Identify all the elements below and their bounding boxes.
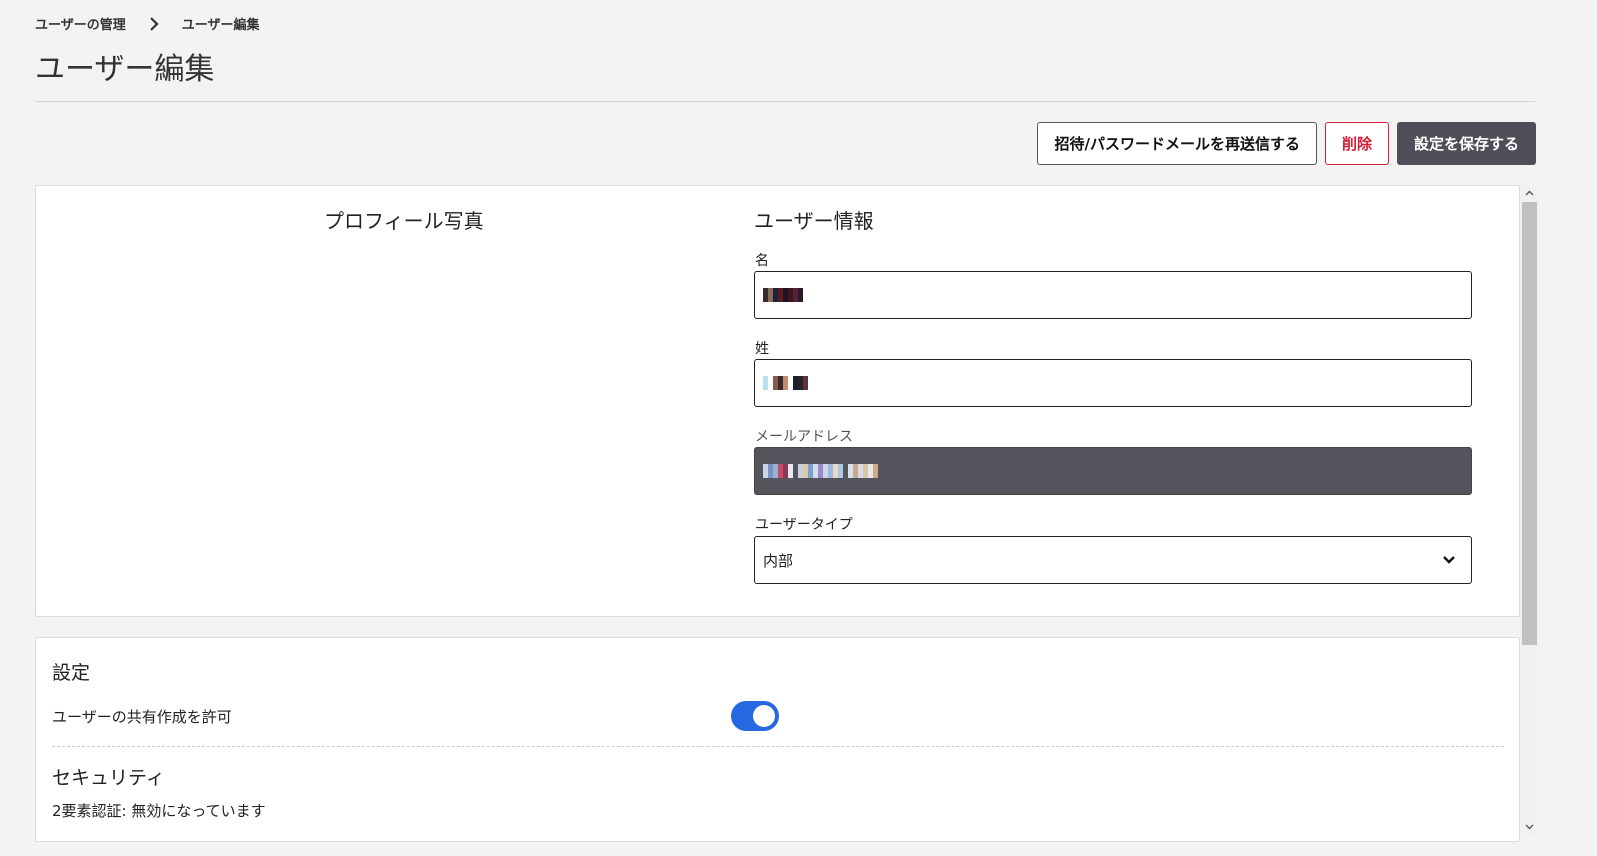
last-name-label: 姓 xyxy=(755,341,769,357)
allow-share-toggle[interactable] xyxy=(731,701,779,731)
page-title: ユーザー編集 xyxy=(35,52,215,87)
action-bar: 招待/パスワードメールを再送信する 削除 設定を保存する xyxy=(1037,122,1536,165)
breadcrumb: ユーザーの管理 ユーザー編集 xyxy=(35,14,260,33)
first-name-field[interactable] xyxy=(754,271,1472,319)
scroll-down-arrow-icon[interactable] xyxy=(1521,819,1538,835)
breadcrumb-current: ユーザー編集 xyxy=(181,18,260,33)
delete-button[interactable]: 削除 xyxy=(1324,122,1389,165)
email-field xyxy=(754,447,1472,495)
breadcrumb-user-management-link[interactable]: ユーザーの管理 xyxy=(35,14,126,33)
security-heading: セキュリティ xyxy=(52,767,165,789)
title-divider xyxy=(35,101,1535,102)
two-factor-status: 2要素認証: 無効になっています xyxy=(52,802,266,820)
redacted-value xyxy=(763,287,803,303)
redacted-value xyxy=(763,463,878,479)
last-name-field[interactable] xyxy=(754,359,1472,407)
vertical-scrollbar[interactable] xyxy=(1521,185,1538,835)
user-type-selected: 内部 xyxy=(763,551,794,570)
settings-card: 設定 ユーザーの共有作成を許可 セキュリティ 2要素認証: 無効になっています xyxy=(35,637,1520,842)
redacted-value xyxy=(763,375,808,391)
email-label: メールアドレス xyxy=(755,429,853,445)
profile-photo-heading: プロフィール写真 xyxy=(324,209,484,233)
scroll-up-arrow-icon[interactable] xyxy=(1521,185,1538,201)
allow-share-label: ユーザーの共有作成を許可 xyxy=(52,708,232,726)
user-card: プロフィール写真 ユーザー情報 名 姓 メールアドレス ユーザータイプ 内部 xyxy=(35,185,1520,617)
user-type-select[interactable]: 内部 xyxy=(754,536,1472,584)
toggle-knob xyxy=(753,705,775,727)
first-name-label: 名 xyxy=(755,253,769,269)
save-settings-button[interactable]: 設定を保存する xyxy=(1396,122,1536,165)
settings-heading: 設定 xyxy=(52,662,91,684)
chevron-right-icon xyxy=(126,16,182,31)
scrollbar-thumb[interactable] xyxy=(1522,202,1537,645)
user-type-label: ユーザータイプ xyxy=(755,517,853,533)
user-info-heading: ユーザー情報 xyxy=(754,209,874,233)
settings-divider xyxy=(52,746,1504,747)
resend-invite-button[interactable]: 招待/パスワードメールを再送信する xyxy=(1037,122,1317,165)
chevron-down-icon xyxy=(1427,555,1471,565)
